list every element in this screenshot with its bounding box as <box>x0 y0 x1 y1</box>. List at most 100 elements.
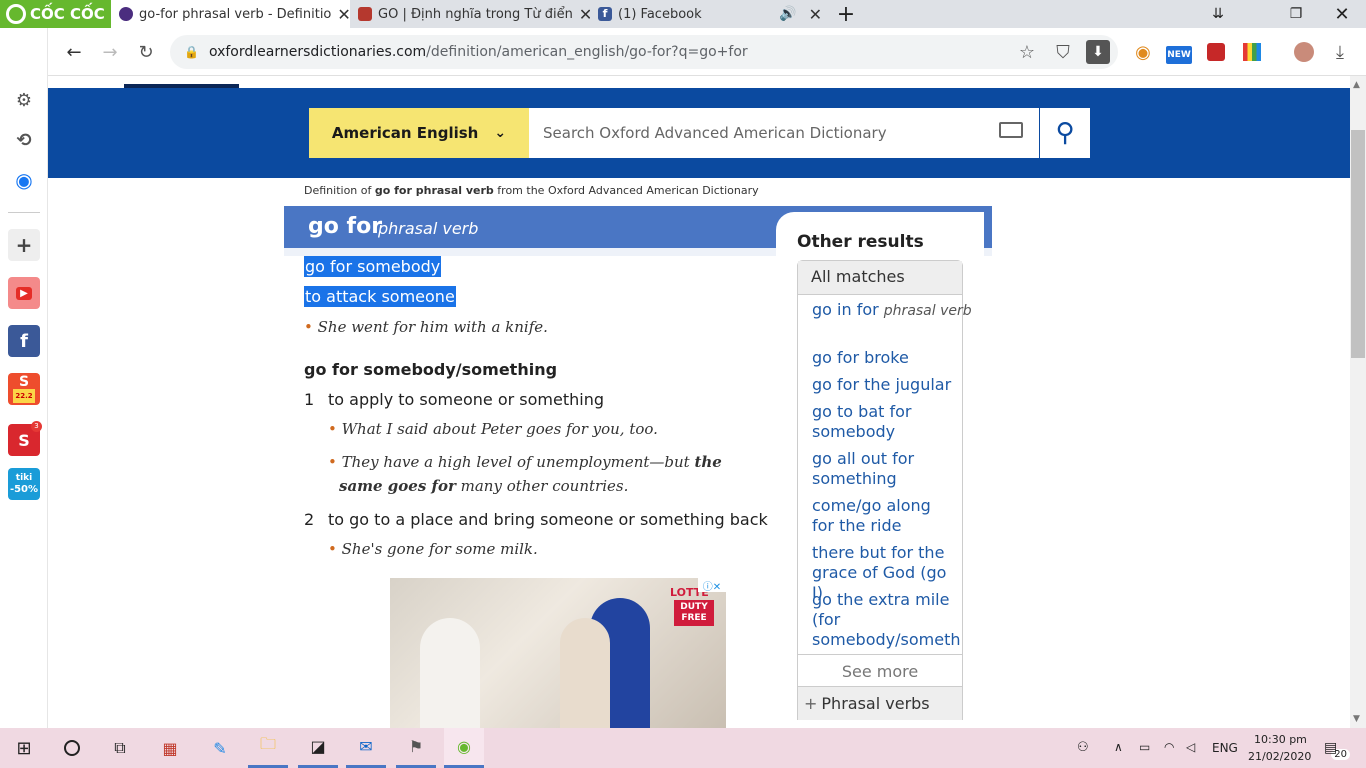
match-link[interactable]: go all out for something <box>812 449 952 489</box>
color-extension-icon[interactable] <box>1243 43 1261 61</box>
match-link[interactable]: go the extra mile (for somebody/somethin… <box>812 590 962 650</box>
downloads-icon[interactable]: ⤓ <box>1326 38 1354 66</box>
definition-source: Definition of go for phrasal verb from t… <box>304 184 759 197</box>
example-1: • What I said about Peter goes for you, … <box>328 420 658 438</box>
tray-chevron-icon[interactable]: ∧ <box>1114 740 1123 754</box>
download-page-icon[interactable]: ⬇ <box>1086 40 1110 64</box>
people-icon[interactable]: ⚇ <box>1077 740 1089 755</box>
tab-title: (1) Facebook <box>618 6 702 22</box>
battery-icon[interactable]: ▭ <box>1139 740 1150 754</box>
phrasal-verbs-section[interactable]: + Phrasal verbs <box>798 686 962 720</box>
task-view-icon[interactable]: ⧉ <box>100 728 140 768</box>
tab-list-icon[interactable]: ⇊ <box>1198 0 1238 28</box>
match-link[interactable]: go for the jugular <box>812 375 972 395</box>
youtube-icon[interactable]: ▶ <box>8 277 40 309</box>
source-prefix: Definition of <box>304 184 372 197</box>
settings-gear-icon[interactable]: ⚙ <box>8 84 40 116</box>
selected-text: go for somebody <box>304 256 442 277</box>
phrasal-label: Phrasal verbs <box>821 694 930 713</box>
new-extension-badge[interactable]: NEW <box>1166 46 1192 64</box>
speaker-icon[interactable]: 🔊 <box>779 6 796 22</box>
tab-cambridge[interactable]: GO | Định nghĩa trong Từ điển ✕ <box>350 0 590 28</box>
close-tab-icon[interactable]: ✕ <box>809 5 822 24</box>
sendo-badge: 3 <box>31 421 42 432</box>
add-app-icon[interactable]: + <box>8 229 40 261</box>
shield-icon[interactable]: ⛉ <box>1049 38 1077 66</box>
browser-logo[interactable]: CỐC CỐC <box>0 0 111 28</box>
oxford-favicon-icon <box>119 7 133 21</box>
close-window-button[interactable]: ✕ <box>1322 0 1362 28</box>
app-icon[interactable]: ▦ <box>150 728 190 768</box>
shopee-icon[interactable]: S 22.2 <box>8 373 40 405</box>
match-link[interactable]: go for broke <box>812 348 972 368</box>
match-link[interactable]: go to bat for somebody <box>812 402 952 442</box>
coccoc-taskbar-icon[interactable]: ◉ <box>444 728 484 768</box>
tiki-badge: -50% <box>9 484 39 495</box>
mannequin-shape <box>420 618 480 728</box>
bookmark-star-icon[interactable]: ☆ <box>1013 38 1041 66</box>
tab-title: GO | Định nghĩa trong Từ điển <box>378 6 573 22</box>
windows-start-icon[interactable]: ⊞ <box>4 728 44 768</box>
app-icon[interactable]: ◪ <box>298 728 338 768</box>
file-explorer-icon[interactable]: 🗀 <box>248 728 288 768</box>
scroll-up-icon[interactable]: ▲ <box>1353 80 1360 90</box>
example-3: • She's gone for some milk. <box>328 540 538 558</box>
part-of-speech: phrasal verb <box>378 219 479 238</box>
advertisement[interactable]: LOTTE DUTY FREE ⓘ✕ <box>390 578 726 728</box>
tab-all-matches[interactable]: All matches <box>798 261 962 295</box>
close-tab-icon[interactable]: ✕ <box>579 5 590 24</box>
sense1-def: to attack someone <box>304 286 456 307</box>
scrollbar-thumb[interactable] <box>1351 130 1365 358</box>
outlook-icon[interactable]: ✉ <box>346 728 386 768</box>
close-tab-icon[interactable]: ✕ <box>337 5 350 24</box>
volume-icon[interactable]: ◁ <box>1186 740 1195 754</box>
wifi-icon[interactable]: ◠ <box>1164 740 1174 754</box>
search-taskbar-icon[interactable] <box>52 728 92 768</box>
address-bar[interactable]: 🔒 oxfordlearnersdictionaries.com/definit… <box>170 35 1118 69</box>
back-button[interactable]: ← <box>60 38 88 66</box>
avatar[interactable] <box>1294 42 1314 62</box>
tab-oxford[interactable]: go-for phrasal verb - Definitio ✕ <box>111 0 350 28</box>
messenger-icon[interactable]: ◉ <box>8 164 40 196</box>
sense-number: 1 <box>304 390 315 409</box>
ad-close-icon[interactable]: ⓘ✕ <box>698 578 726 593</box>
match-link[interactable]: come/go along for the ride <box>812 496 952 536</box>
red-extension-icon[interactable] <box>1207 43 1225 61</box>
scroll-down-icon[interactable]: ▼ <box>1353 714 1360 724</box>
restore-button[interactable]: ❐ <box>1276 0 1316 28</box>
notification-center[interactable]: ▤ 20 <box>1322 738 1350 760</box>
keyboard-icon[interactable] <box>999 122 1023 138</box>
brand-label: CỐC CỐC <box>30 5 105 23</box>
dictionary-select[interactable]: American English ⌄ <box>309 108 529 158</box>
lock-icon: 🔒 <box>184 45 199 59</box>
clock-time[interactable]: 10:30 pm <box>1254 733 1307 746</box>
other-results-heading: Other results <box>797 232 924 252</box>
shopee-badge: 22.2 <box>13 389 35 403</box>
search-button[interactable]: ⚲ <box>1040 108 1090 158</box>
history-icon[interactable]: ⟲ <box>8 124 40 156</box>
tab-facebook[interactable]: f (1) Facebook 🔊 ✕ <box>590 0 830 28</box>
coccoc-ext-icon[interactable]: ◉ <box>1129 38 1157 66</box>
app-icon[interactable]: ✎ <box>200 728 240 768</box>
source-suffix: from the Oxford Advanced American Dictio… <box>497 184 759 197</box>
sense-definition: to go to a place and bring someone or so… <box>328 510 768 529</box>
facebook-icon[interactable]: f <box>8 325 40 357</box>
language-indicator[interactable]: ENG <box>1212 741 1238 755</box>
forward-button[interactable]: → <box>96 38 124 66</box>
new-tab-button[interactable]: + <box>826 0 866 28</box>
cambridge-favicon-icon <box>358 7 372 21</box>
reload-button[interactable]: ↻ <box>132 38 160 66</box>
chevron-down-icon: ⌄ <box>494 125 507 141</box>
example-text: She went for him with a knife. <box>317 318 548 336</box>
app-icon[interactable]: ⚑ <box>396 728 436 768</box>
search-icon: ⚲ <box>1055 118 1075 148</box>
matches-box <box>797 260 963 720</box>
clock-date[interactable]: 21/02/2020 <box>1248 750 1311 763</box>
tiki-icon[interactable]: tiki -50% <box>8 468 40 500</box>
see-more-button[interactable]: See more <box>798 654 962 686</box>
search-input[interactable]: Search Oxford Advanced American Dictiona… <box>529 108 1039 158</box>
example-text: many other countries. <box>455 477 629 495</box>
match-link[interactable]: go in for phrasal verb <box>812 300 972 321</box>
facebook-favicon-icon: f <box>598 7 612 21</box>
url-path: /definition/american_english/go-for?q=go… <box>426 44 748 60</box>
